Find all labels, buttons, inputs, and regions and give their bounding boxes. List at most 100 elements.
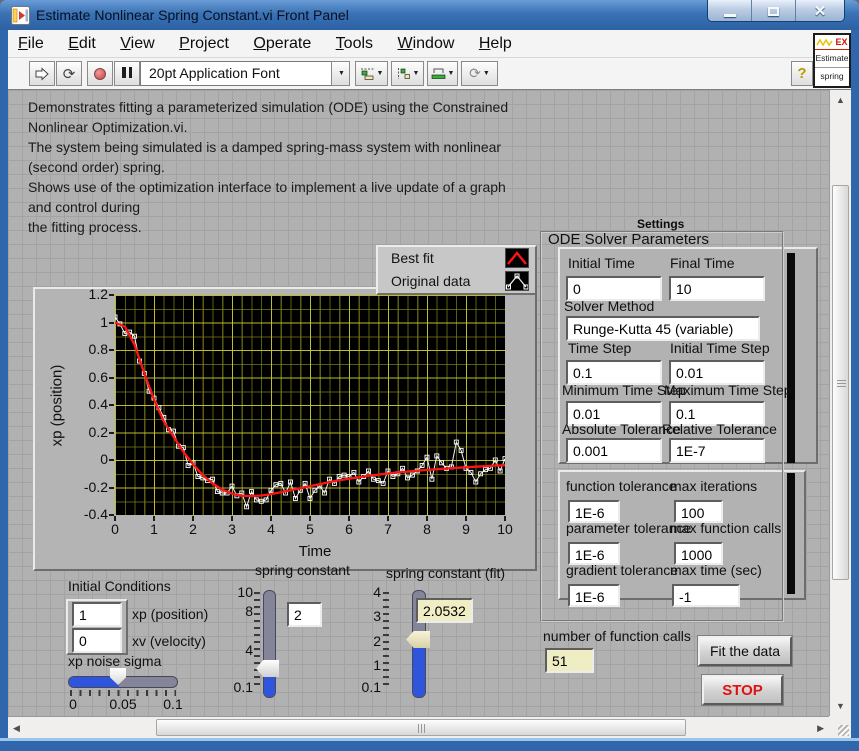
chevron-down-icon: ▼ (377, 70, 384, 77)
max-time-label: max time (sec) (670, 562, 762, 578)
close-button[interactable]: ✕ (796, 0, 844, 22)
initial-conditions-label: Initial Conditions (68, 578, 171, 594)
legend-label: Best fit (391, 250, 434, 266)
reorder-button[interactable]: ⟳▼ (461, 61, 498, 86)
scroll-left-icon[interactable]: ◀ (13, 723, 20, 734)
menu-view[interactable]: View (110, 30, 164, 57)
noise-sigma-slider-ticks (70, 690, 176, 696)
scroll-down-icon[interactable]: ▼ (836, 701, 845, 711)
maximize-icon (768, 7, 779, 16)
font-selector[interactable]: 20pt Application Font (140, 61, 332, 86)
menu-edit[interactable]: Edit (58, 30, 106, 57)
vi-icon-text-1: Estimate (815, 50, 849, 68)
fit-the-data-button[interactable]: Fit the data (698, 636, 792, 666)
resize-grip-icon (838, 725, 849, 736)
description-text: Demonstrates fitting a parameterized sim… (28, 97, 593, 237)
gradient-tolerance-field[interactable]: 1E-6 (568, 584, 620, 607)
minimize-icon (724, 14, 736, 17)
menu-window[interactable]: Window (387, 30, 464, 57)
vertical-scrollbar-thumb[interactable] (832, 185, 849, 580)
vi-icon[interactable]: EX Estimate spring (813, 33, 851, 88)
minimize-button[interactable] (708, 0, 752, 22)
scroll-right-icon[interactable]: ▶ (817, 723, 824, 734)
scrollbar-corner (829, 716, 851, 738)
menu-file[interactable]: File (8, 30, 54, 57)
pause-button[interactable] (114, 61, 140, 86)
xv-velocity-field[interactable]: 0 (72, 628, 122, 653)
y-axis-label: xp (position) (49, 331, 66, 481)
distribute-objects-button[interactable]: ▼ (391, 61, 424, 86)
window-title: Estimate Nonlinear Spring Constant.vi Fr… (36, 7, 349, 23)
graph-legend: Best fit Original data (376, 245, 537, 295)
original-data-line-icon (505, 271, 529, 291)
labview-app-icon (11, 6, 30, 25)
chevron-down-icon: ▼ (448, 70, 455, 77)
initial-time-label: Initial Time (568, 255, 635, 271)
spring-constant-slider-ticks (254, 592, 260, 688)
graph-plot-area (115, 295, 505, 515)
chevron-down-icon: ▼ (483, 70, 490, 77)
xp-position-field[interactable]: 1 (72, 602, 122, 627)
chevron-down-icon: ▼ (338, 70, 345, 77)
vertical-scrollbar[interactable]: ▲ ▼ (829, 90, 851, 716)
max-time-field[interactable]: -1 (672, 584, 740, 607)
menu-operate[interactable]: Operate (243, 30, 321, 57)
pause-icon (121, 65, 134, 83)
resize-objects-icon (431, 67, 446, 80)
run-arrow-icon (34, 67, 50, 81)
context-help-button[interactable]: ? (791, 61, 813, 86)
legend-item-original-data[interactable]: Original data (378, 270, 535, 293)
spring-constant-fit-slider-fill (413, 647, 425, 697)
xp-position-label: xp (position) (132, 606, 208, 622)
menu-tools[interactable]: Tools (326, 30, 383, 57)
legend-item-best-fit[interactable]: Best fit (378, 247, 535, 270)
spring-constant-fit-value-indicator: 2.0532 (416, 598, 473, 623)
gradient-tolerance-label: gradient tolerance (566, 562, 678, 578)
run-continuously-button[interactable]: ⟳ (56, 61, 82, 86)
run-continuously-icon: ⟳ (63, 65, 76, 83)
xv-velocity-label: xv (velocity) (132, 633, 206, 649)
abort-button[interactable] (87, 61, 113, 86)
help-icon: ? (797, 65, 806, 82)
spring-constant-value-field[interactable]: 2 (287, 602, 322, 627)
legend-label: Original data (391, 273, 470, 289)
time-step-label: Time Step (568, 340, 631, 356)
window-border-highlight (0, 738, 859, 741)
relative-tolerance-field[interactable]: 1E-7 (669, 438, 765, 463)
spring-constant-fit-label: spring constant (fit) (386, 565, 505, 581)
horizontal-scrollbar-thumb[interactable] (156, 719, 686, 736)
final-time-label: Final Time (670, 255, 735, 271)
vi-icon-waveform: EX (815, 35, 849, 50)
horizontal-scrollbar[interactable]: ◀ ▶ (8, 716, 829, 738)
resize-objects-button[interactable]: ▼ (427, 61, 458, 86)
stop-button[interactable]: STOP (702, 675, 783, 705)
align-objects-button[interactable]: ▼ (355, 61, 388, 86)
toolbar: ⟳ 20pt Application Font ▼ ▼ ▼ (8, 58, 851, 90)
chevron-down-icon: ▼ (413, 70, 420, 77)
absolute-tolerance-field[interactable]: 0.001 (566, 438, 662, 463)
menu-project[interactable]: Project (169, 30, 239, 57)
menu-help[interactable]: Help (469, 30, 522, 57)
cluster-scroll-bar (787, 253, 795, 463)
labview-front-panel-window: Estimate Nonlinear Spring Constant.vi Fr… (0, 0, 859, 751)
run-button[interactable] (29, 61, 55, 86)
max-iterations-label: max iterations (670, 478, 757, 494)
font-selector-arrow[interactable]: ▼ (331, 61, 350, 86)
noise-sigma-label: xp noise sigma (68, 653, 161, 669)
spring-constant-fit-slider-ticks (383, 592, 389, 688)
spring-constant-slider-track[interactable] (263, 590, 276, 698)
initial-time-step-label: Initial Time Step (670, 340, 770, 356)
ode-cluster-title: ODE Solver Parameters (548, 231, 709, 248)
spring-constant-label: spring constant (255, 562, 350, 578)
solver-method-dropdown[interactable]: Runge-Kutta 45 (variable) (566, 316, 760, 341)
function-tolerance-label: function tolerance (566, 478, 677, 494)
vi-icon-text-2: spring (815, 68, 849, 84)
best-fit-line-icon (505, 248, 529, 268)
settings-frame-title: Settings (633, 217, 688, 231)
maximize-button[interactable] (752, 0, 796, 22)
abort-icon (94, 68, 106, 80)
maximum-time-step-label: Maximum Time Step (664, 382, 792, 398)
scroll-up-icon[interactable]: ▲ (836, 95, 845, 105)
final-time-field[interactable]: 10 (669, 276, 765, 301)
close-icon: ✕ (814, 2, 827, 20)
